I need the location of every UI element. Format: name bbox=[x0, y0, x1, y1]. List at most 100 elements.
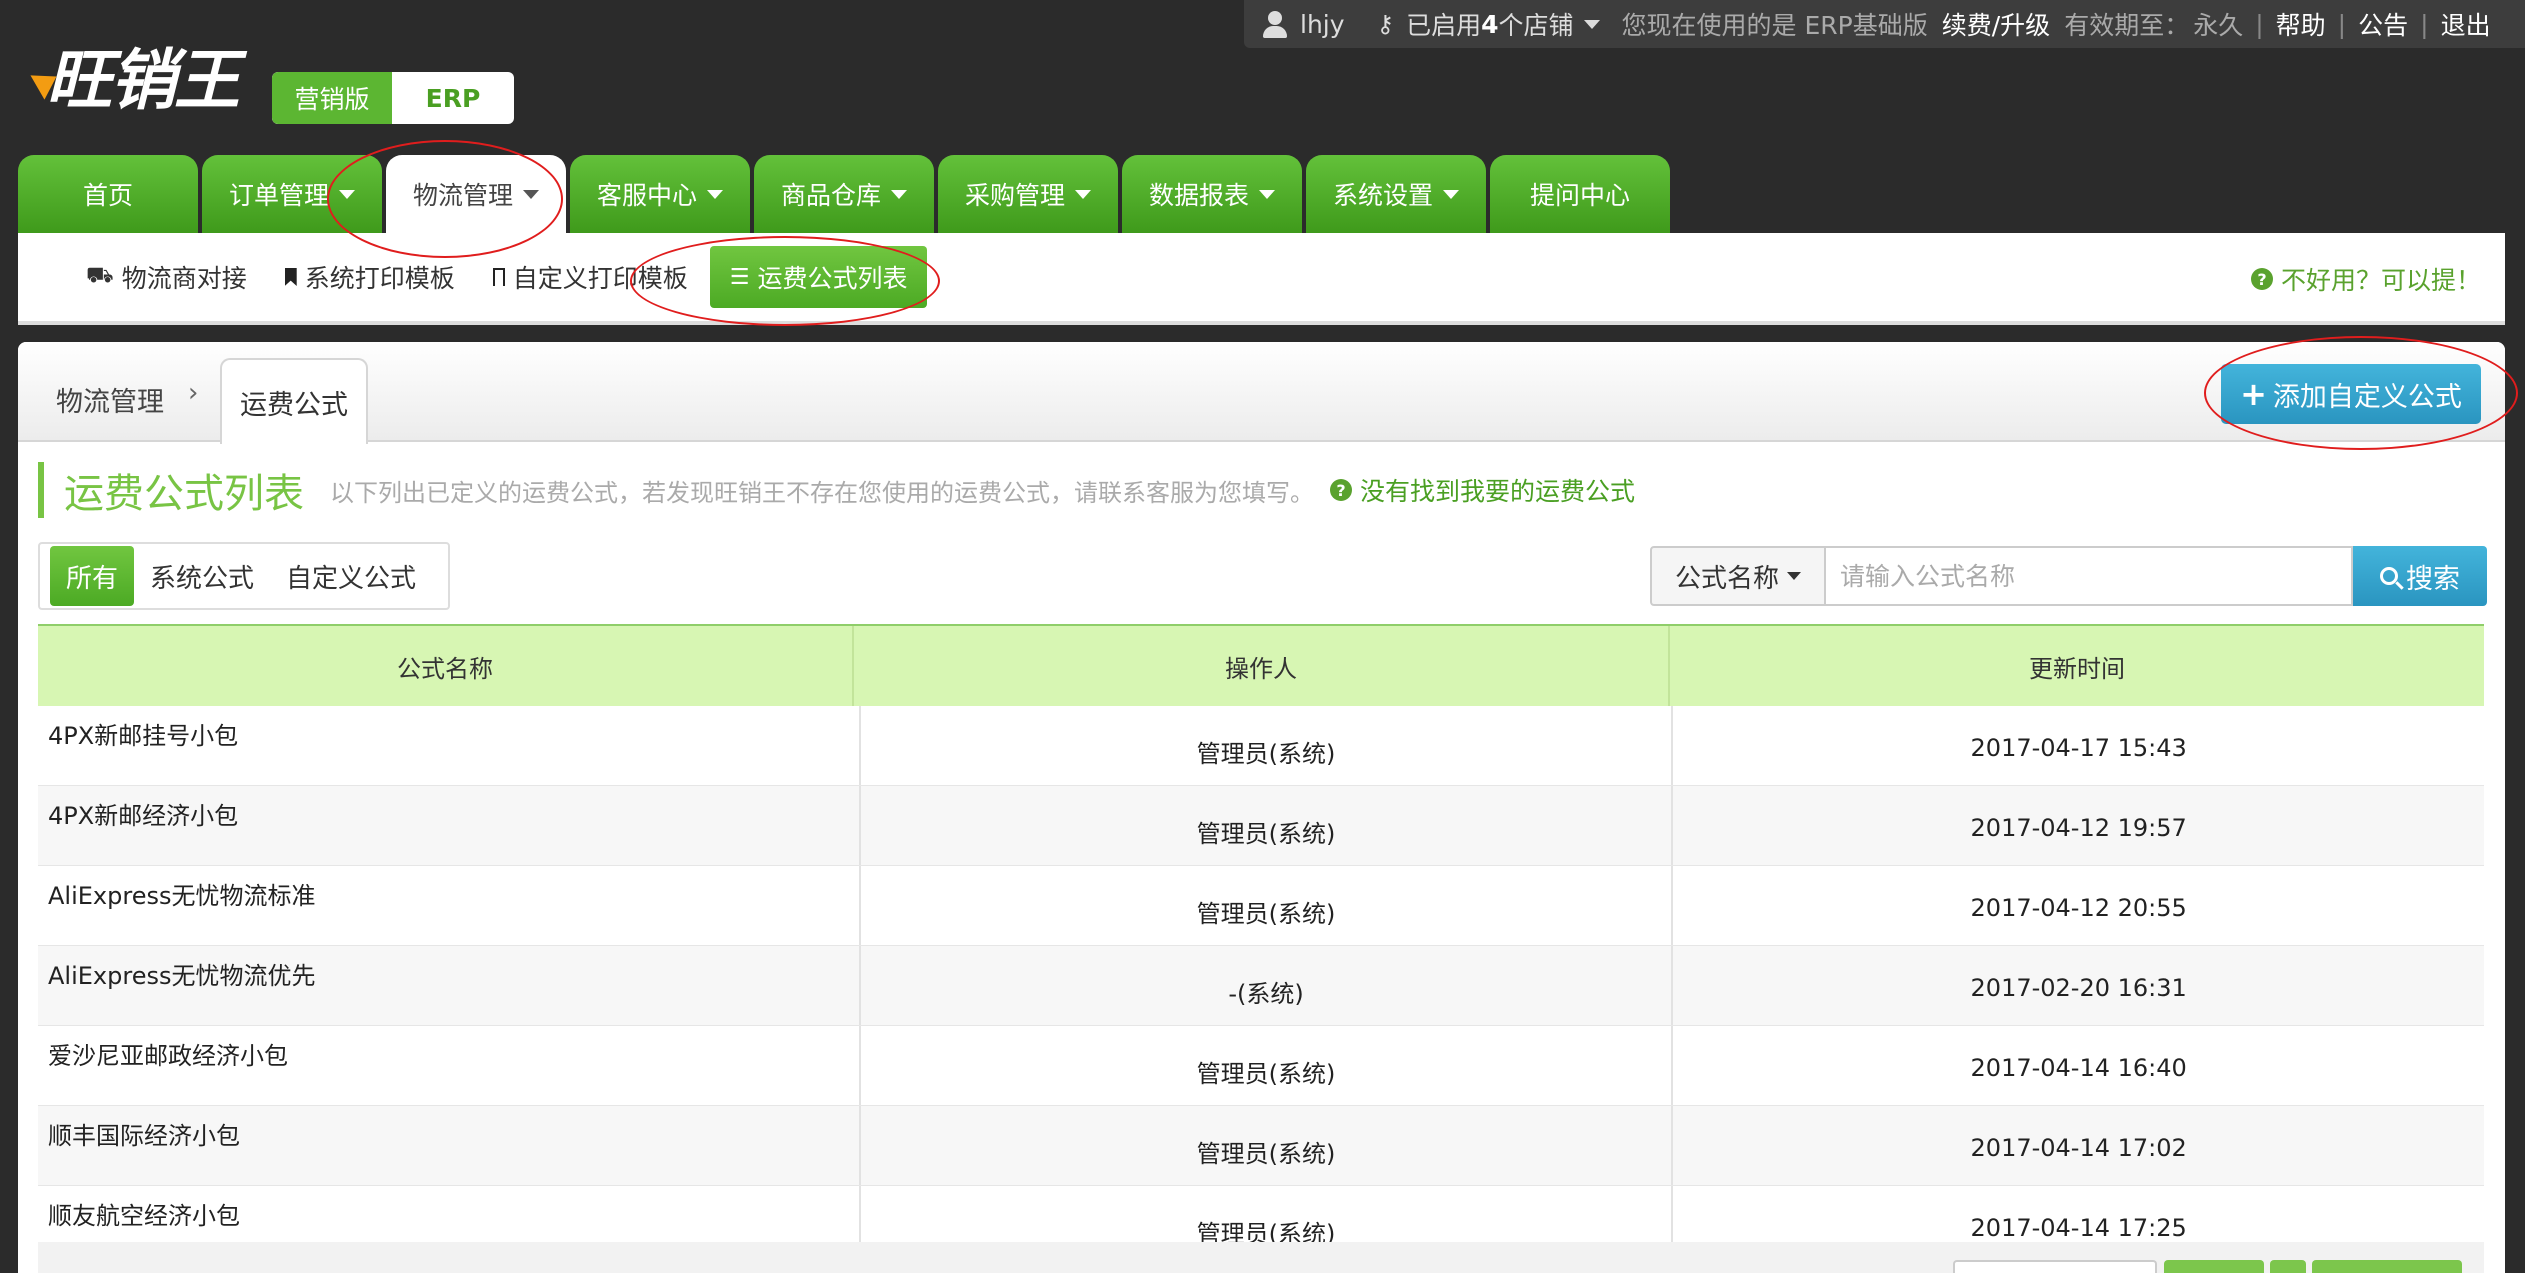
add-custom-formula-button[interactable]: + 添加自定义公式 bbox=[2221, 364, 2481, 424]
cell-updated-time: 2017-02-20 16:31 bbox=[1970, 974, 2187, 1002]
cell-formula-name: 顺丰国际经济小包 bbox=[38, 1106, 861, 1185]
filter-custom[interactable]: 自定义公式 bbox=[270, 546, 432, 606]
panel-header: 物流管理 › 运费公式 + 添加自定义公式 bbox=[18, 342, 2505, 444]
shops-dropdown[interactable]: ⚷ 已启用 4 个店铺 bbox=[1345, 6, 1622, 42]
list-icon: ☰ bbox=[729, 264, 750, 290]
nav-tab-label: 系统设置 bbox=[1332, 181, 1433, 210]
subnav-system-print-template[interactable]: 系统打印模板 bbox=[269, 246, 471, 308]
chevron-down-icon bbox=[707, 189, 723, 199]
bookmark-icon bbox=[284, 268, 297, 286]
pager-button[interactable] bbox=[2164, 1260, 2264, 1273]
cell-operator: 管理员(系统) bbox=[861, 786, 1674, 865]
search-button[interactable]: 搜索 bbox=[2353, 546, 2487, 606]
pager-button[interactable] bbox=[2312, 1260, 2462, 1273]
column-header-updated[interactable]: 更新时间 bbox=[1670, 626, 2484, 706]
cell-formula-name: 4PX新邮挂号小包 bbox=[38, 706, 861, 785]
cell-formula-name: 爱沙尼亚邮政经济小包 bbox=[38, 1026, 861, 1105]
user-menu[interactable]: lhjy bbox=[1262, 10, 1345, 39]
cell-formula-name: AliExpress无忧物流优先 bbox=[38, 946, 861, 1025]
breadcrumb-current-tab[interactable]: 运费公式 bbox=[220, 358, 368, 444]
nav-tab-label: 提问中心 bbox=[1529, 181, 1630, 210]
table-row[interactable]: 4PX新邮经济小包 管理员(系统) 2017-04-12 19:57 bbox=[38, 786, 2484, 866]
filter-system[interactable]: 系统公式 bbox=[134, 546, 270, 606]
chevron-down-icon bbox=[523, 189, 539, 199]
renew-link[interactable]: 续费/升级 bbox=[1942, 6, 2050, 42]
chevron-down-icon bbox=[1075, 189, 1091, 199]
chevron-down-icon bbox=[891, 189, 907, 199]
column-header-name[interactable]: 公式名称 bbox=[38, 626, 854, 706]
brand-logo[interactable]: 旺销王 bbox=[30, 40, 256, 120]
feedback-link[interactable]: ? 不好用？可以提！ bbox=[2250, 233, 2481, 325]
subnav-custom-print-template[interactable]: 自定义打印模板 bbox=[477, 246, 704, 308]
page-title-row: 运费公式列表 以下列出已定义的运费公式，若发现旺销王不存在您使用的运费公式，请联… bbox=[38, 462, 1635, 518]
page-size-select[interactable] bbox=[1953, 1260, 2157, 1273]
divider: | bbox=[2420, 9, 2429, 39]
table-row[interactable]: AliExpress无忧物流优先 -(系统) 2017-02-20 16:31 bbox=[38, 946, 2484, 1026]
formula-type-filter: 所有 系统公式 自定义公式 bbox=[38, 542, 450, 610]
nav-tab[interactable]: 数据报表 bbox=[1122, 155, 1302, 233]
cell-updated-time: 2017-04-17 15:43 bbox=[1970, 734, 2187, 762]
nav-tab-label: 客服中心 bbox=[596, 181, 697, 210]
search-icon bbox=[2380, 567, 2404, 590]
column-header-operator[interactable]: 操作人 bbox=[854, 626, 1670, 706]
cell-operator: 管理员(系统) bbox=[861, 1106, 1674, 1185]
username: lhjy bbox=[1300, 9, 1345, 39]
chevron-down-icon bbox=[1443, 189, 1459, 199]
bookmark-outline-icon bbox=[492, 268, 505, 286]
table-row[interactable]: 爱沙尼亚邮政经济小包 管理员(系统) 2017-04-14 16:40 bbox=[38, 1026, 2484, 1106]
chevron-down-icon bbox=[1583, 19, 1600, 29]
edition-erp[interactable]: ERP bbox=[392, 72, 514, 124]
cell-updated-time: 2017-04-14 17:02 bbox=[1970, 1134, 2187, 1162]
divider: | bbox=[2337, 9, 2347, 39]
breadcrumb-parent[interactable]: 物流管理 bbox=[56, 380, 164, 419]
nav-tab[interactable]: 客服中心 bbox=[570, 155, 750, 233]
nav-tab-label: 物流管理 bbox=[412, 181, 513, 210]
content-panel: 物流管理 › 运费公式 + 添加自定义公式 运费公式列表 以下列出已定义的运费公… bbox=[18, 342, 2505, 1273]
nav-tab[interactable]: 系统设置 bbox=[1306, 155, 1486, 233]
cell-updated-time: 2017-04-12 19:57 bbox=[1970, 814, 2187, 842]
table-row[interactable]: AliExpress无忧物流标准 管理员(系统) 2017-04-12 20:55 bbox=[38, 866, 2484, 946]
search-field-select[interactable]: 公式名称 bbox=[1650, 546, 1826, 606]
nav-tab[interactable]: 首页 bbox=[18, 155, 198, 233]
search-bar: 公式名称 搜索 bbox=[1650, 546, 2487, 606]
missing-formula-link[interactable]: ? 没有找到我要的运费公式 bbox=[1330, 472, 1635, 508]
nav-tab[interactable]: 订单管理 bbox=[202, 155, 382, 233]
nav-tab[interactable]: 物流管理 bbox=[386, 155, 566, 233]
cell-updated-time: 2017-04-12 20:55 bbox=[1970, 894, 2187, 922]
nav-tab[interactable]: 提问中心 bbox=[1490, 155, 1670, 233]
subnav-shipping-formula-list[interactable]: ☰ 运费公式列表 bbox=[709, 246, 928, 308]
pager-button[interactable] bbox=[2270, 1260, 2306, 1273]
nav-tab[interactable]: 采购管理 bbox=[938, 155, 1118, 233]
subnav-carrier-integration[interactable]: ⛟ 物流商对接 bbox=[70, 246, 263, 308]
cell-formula-name: 4PX新邮经济小包 bbox=[38, 786, 861, 865]
table-body: 4PX新邮挂号小包 管理员(系统) 2017-04-17 15:43 4PX新邮经济小… bbox=[38, 706, 2484, 1266]
cell-operator: 管理员(系统) bbox=[861, 706, 1674, 785]
table-row[interactable]: 4PX新邮挂号小包 管理员(系统) 2017-04-17 15:43 bbox=[38, 706, 2484, 786]
notice-link[interactable]: 公告 bbox=[2358, 6, 2408, 42]
table-header: 公式名称 操作人 更新时间 bbox=[38, 626, 2484, 706]
edition-marketing[interactable]: 营销版 bbox=[272, 72, 392, 124]
main-nav: 首页 订单管理 物流管理 客服中心 商品仓库 采购管理 数据报表 系统设置 提问中心 bbox=[18, 155, 1674, 233]
nav-tab[interactable]: 商品仓库 bbox=[754, 155, 934, 233]
logout-link[interactable]: 退出 bbox=[2441, 6, 2491, 42]
chevron-down-icon bbox=[339, 189, 355, 199]
key-icon: ⚷ bbox=[1376, 10, 1395, 38]
version-text: 您现在使用的是 ERP基础版 bbox=[1621, 11, 1928, 40]
page-description: 以下列出已定义的运费公式，若发现旺销王不存在您使用的运费公式，请联系客服为您填写… bbox=[330, 478, 1314, 507]
cell-operator: -(系统) bbox=[861, 946, 1674, 1025]
filter-all[interactable]: 所有 bbox=[50, 546, 135, 606]
expiry-value: 永久 bbox=[2193, 11, 2244, 40]
search-input[interactable] bbox=[1826, 546, 2353, 606]
top-user-bar: lhjy ⚷ 已启用 4 个店铺 您现在使用的是 ERP基础版 续费/升级 有效期至… bbox=[1244, 0, 2525, 48]
question-icon: ? bbox=[2250, 268, 2273, 290]
question-icon: ? bbox=[1330, 479, 1352, 501]
chevron-down-icon bbox=[1259, 189, 1275, 199]
nav-tab-label: 订单管理 bbox=[228, 181, 329, 210]
nav-tab-label: 数据报表 bbox=[1148, 181, 1249, 210]
user-icon bbox=[1262, 10, 1288, 38]
help-link[interactable]: 帮助 bbox=[2276, 6, 2326, 42]
cell-operator: 管理员(系统) bbox=[861, 866, 1674, 945]
formula-table: 公式名称 操作人 更新时间 4PX新邮挂号小包 管理员(系统) 2017-04-17… bbox=[38, 624, 2484, 1266]
divider: | bbox=[2255, 9, 2264, 39]
table-row[interactable]: 顺丰国际经济小包 管理员(系统) 2017-04-14 17:02 bbox=[38, 1106, 2484, 1186]
